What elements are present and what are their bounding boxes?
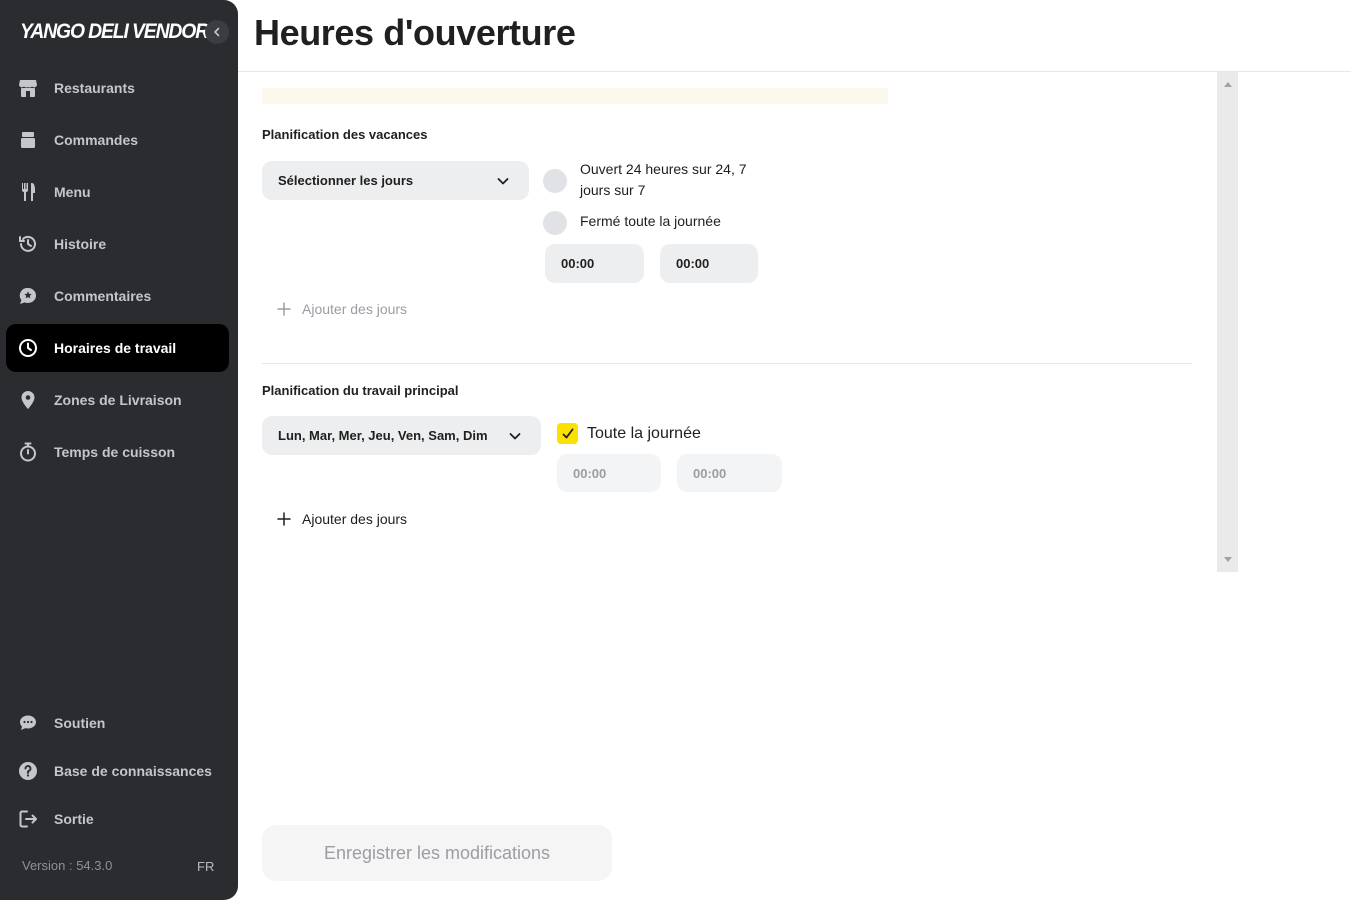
sidebar-item-label: Menu	[54, 184, 91, 200]
sidebar-item-label: Commandes	[54, 132, 139, 148]
sidebar-item-label: Histoire	[54, 236, 107, 252]
plus-icon	[277, 512, 291, 526]
sidebar-item-label: Temps de cuisson	[54, 444, 176, 460]
sidebar-item-label: Zones de Livraison	[54, 392, 182, 408]
arrow-up-icon	[1223, 82, 1232, 87]
sidebar-item-menu[interactable]: Menu	[6, 168, 229, 216]
sidebar-item-commentaires[interactable]: Commentaires	[6, 272, 229, 320]
sidebar: YANGO DELI VENDOR Restaurants Commandes …	[0, 0, 238, 900]
sidebar-item-label: Base de connaissances	[54, 763, 212, 779]
main-days-select[interactable]: Lun, Mar, Mer, Jeu, Ven, Sam, Dim	[262, 416, 541, 455]
language-switcher[interactable]: FR	[197, 859, 214, 874]
holiday-days-select-value: Sélectionner les jours	[278, 173, 414, 188]
logout-icon	[16, 807, 40, 831]
version-label: Version : 54.3.0	[22, 858, 113, 873]
chevron-down-icon	[509, 433, 521, 440]
holiday-add-days-label: Ajouter des jours	[302, 301, 408, 317]
all-day-label: Toute la journée	[587, 424, 701, 442]
radio-open-247[interactable]: Ouvert 24 heures sur 24, 7 jours sur 7	[543, 159, 750, 201]
save-changes-button[interactable]: Enregistrer les modifications	[262, 825, 612, 881]
location-pin-icon	[16, 388, 40, 412]
section-divider	[262, 363, 1192, 364]
sidebar-item-label: Commentaires	[54, 288, 152, 304]
clock-icon	[16, 336, 40, 360]
header-divider	[238, 71, 1351, 72]
chat-icon	[16, 711, 40, 735]
collapse-sidebar-button[interactable]	[205, 20, 229, 44]
main-schedule-section-title: Planification du travail principal	[262, 383, 459, 398]
sidebar-item-label: Horaires de travail	[54, 340, 177, 356]
sidebar-item-label: Restaurants	[54, 80, 135, 96]
main-days-select-value: Lun, Mar, Mer, Jeu, Ven, Sam, Dim	[278, 428, 488, 443]
radio-button[interactable]	[543, 169, 567, 193]
sidebar-item-histoire[interactable]: Histoire	[6, 220, 229, 268]
sidebar-item-sortie[interactable]: Sortie	[6, 795, 229, 843]
arrow-down-icon	[1223, 557, 1232, 562]
holiday-section-title: Planification des vacances	[262, 127, 428, 142]
sidebar-item-horaires[interactable]: Horaires de travail	[6, 324, 229, 372]
holiday-days-select[interactable]: Sélectionner les jours	[262, 161, 529, 200]
sidebar-item-temps-cuisson[interactable]: Temps de cuisson	[6, 428, 229, 476]
notice-banner	[262, 88, 888, 104]
store-icon	[16, 76, 40, 100]
main-time-to: 00:00	[677, 454, 782, 492]
scrollbar[interactable]	[1217, 72, 1238, 572]
all-day-checkbox-row[interactable]: Toute la journée	[557, 423, 701, 444]
chevron-down-icon	[497, 178, 509, 185]
fork-knife-icon	[16, 180, 40, 204]
sidebar-item-commandes[interactable]: Commandes	[6, 116, 229, 164]
page-title: Heures d'ouverture	[254, 12, 576, 53]
sidebar-item-label: Soutien	[54, 715, 106, 731]
holiday-time-from[interactable]: 00:00	[545, 244, 644, 283]
radio-closed-all-day[interactable]: Fermé toute la journée	[543, 211, 721, 235]
main-time-from: 00:00	[557, 454, 661, 492]
feedback-icon	[16, 284, 40, 308]
main-add-days-label: Ajouter des jours	[302, 511, 408, 527]
sidebar-item-soutien[interactable]: Soutien	[6, 699, 229, 747]
all-day-checkbox[interactable]	[557, 423, 578, 444]
brand-logo: YANGO DELI VENDOR	[20, 20, 209, 43]
sidebar-item-label: Sortie	[54, 811, 94, 827]
chevron-left-icon	[214, 27, 220, 37]
radio-closed-label: Fermé toute la journée	[580, 213, 721, 229]
holiday-time-to[interactable]: 00:00	[660, 244, 758, 283]
orders-icon	[16, 128, 40, 152]
stopwatch-icon	[16, 440, 40, 464]
main-add-days-button[interactable]: Ajouter des jours	[276, 511, 407, 527]
radio-button[interactable]	[543, 211, 567, 235]
help-icon	[16, 759, 40, 783]
sidebar-item-zones[interactable]: Zones de Livraison	[6, 376, 229, 424]
plus-icon	[277, 302, 291, 316]
scroll-down-button[interactable]	[1217, 550, 1238, 570]
scroll-up-button[interactable]	[1217, 74, 1238, 94]
radio-open-247-label: Ouvert 24 heures sur 24, 7 jours sur 7	[580, 161, 747, 198]
sidebar-item-restaurants[interactable]: Restaurants	[6, 64, 229, 112]
history-icon	[16, 232, 40, 256]
checkmark-icon	[562, 428, 573, 438]
holiday-add-days-button[interactable]: Ajouter des jours	[276, 301, 407, 317]
sidebar-item-base-connaissances[interactable]: Base de connaissances	[6, 747, 229, 795]
